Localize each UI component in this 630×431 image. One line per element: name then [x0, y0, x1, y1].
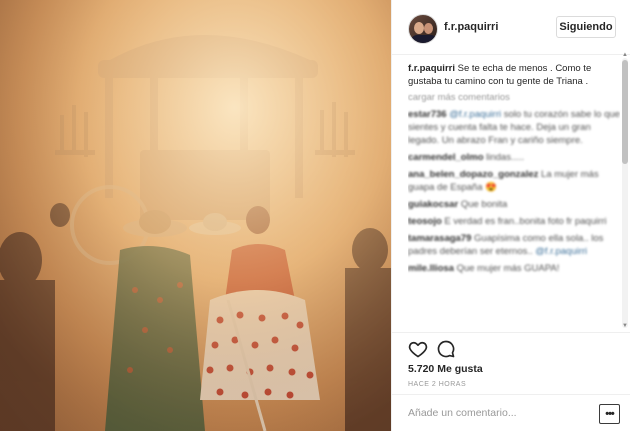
add-comment-bar: ••• [392, 394, 630, 431]
comment-text: Que bonita [460, 199, 508, 210]
load-more-comments-link[interactable]: cargar más comentarios [408, 91, 620, 104]
comment-text: lindas..... [486, 152, 525, 163]
caption-username[interactable]: f.r.paquirri [408, 63, 455, 74]
following-button[interactable]: Siguiendo [556, 16, 616, 38]
list-item: ana_belen_dopazo_gonzalez La mujer más g… [408, 168, 620, 194]
comment-username[interactable]: tamarasaga79 [408, 233, 471, 244]
heart-icon[interactable] [408, 339, 428, 359]
post-header: f.r.paquirri Siguiendo [392, 0, 630, 55]
likes-count[interactable]: 5.720 Me gusta [408, 363, 483, 375]
scroll-down-arrow-icon[interactable]: ▼ [622, 323, 628, 329]
comment-mention[interactable]: @f.r.paquirri [449, 109, 501, 120]
comment-text: Que mujer más GUAPA! [456, 263, 560, 274]
post-caption: f.r.paquirri Se te echa de menos . Como … [408, 62, 620, 88]
scroll-thumb[interactable] [622, 60, 628, 164]
post-sidebar: f.r.paquirri Siguiendo ▲ ▼ f.r.paquirri … [391, 0, 630, 431]
post-actions: 5.720 Me gusta HACE 2 HORAS [392, 332, 630, 392]
comment-username[interactable]: ana_belen_dopazo_gonzalez [408, 169, 538, 180]
list-item: mile.lliosa Que mujer más GUAPA! [408, 262, 620, 275]
list-item: teosojo E verdad es fran..bonita foto fr… [408, 215, 620, 228]
list-item: estar736 @f.r.paquirri solo tu corazón s… [408, 108, 620, 147]
comment-username[interactable]: mile.lliosa [408, 263, 454, 274]
list-item: carmendel_olmo lindas..... [408, 151, 620, 164]
comment-username[interactable]: guiakocsar [408, 199, 458, 210]
avatar[interactable] [408, 14, 438, 44]
procession-photo [0, 0, 391, 431]
comments-list: f.r.paquirri Se te echa de menos . Como … [408, 62, 620, 330]
comment-username[interactable]: carmendel_olmo [408, 152, 484, 163]
comment-text: E verdad es fran..bonita foto fr paquirr… [444, 216, 607, 227]
header-username[interactable]: f.r.paquirri [444, 21, 498, 33]
comment-input[interactable] [408, 403, 588, 423]
more-options-button[interactable]: ••• [599, 404, 620, 424]
list-item: tamarasaga79 Guapísima como ella sola.. … [408, 232, 620, 258]
comment-username[interactable]: estar736 [408, 109, 447, 120]
comment-mention[interactable]: @f.r.paquirri [535, 246, 587, 257]
comments-scrollbar[interactable] [622, 58, 628, 328]
post-photo[interactable] [0, 0, 391, 431]
comment-bubble-icon[interactable] [436, 339, 456, 359]
list-item: guiakocsar Que bonita [408, 198, 620, 211]
post-timestamp: HACE 2 HORAS [408, 381, 467, 388]
comment-username[interactable]: teosojo [408, 216, 442, 227]
